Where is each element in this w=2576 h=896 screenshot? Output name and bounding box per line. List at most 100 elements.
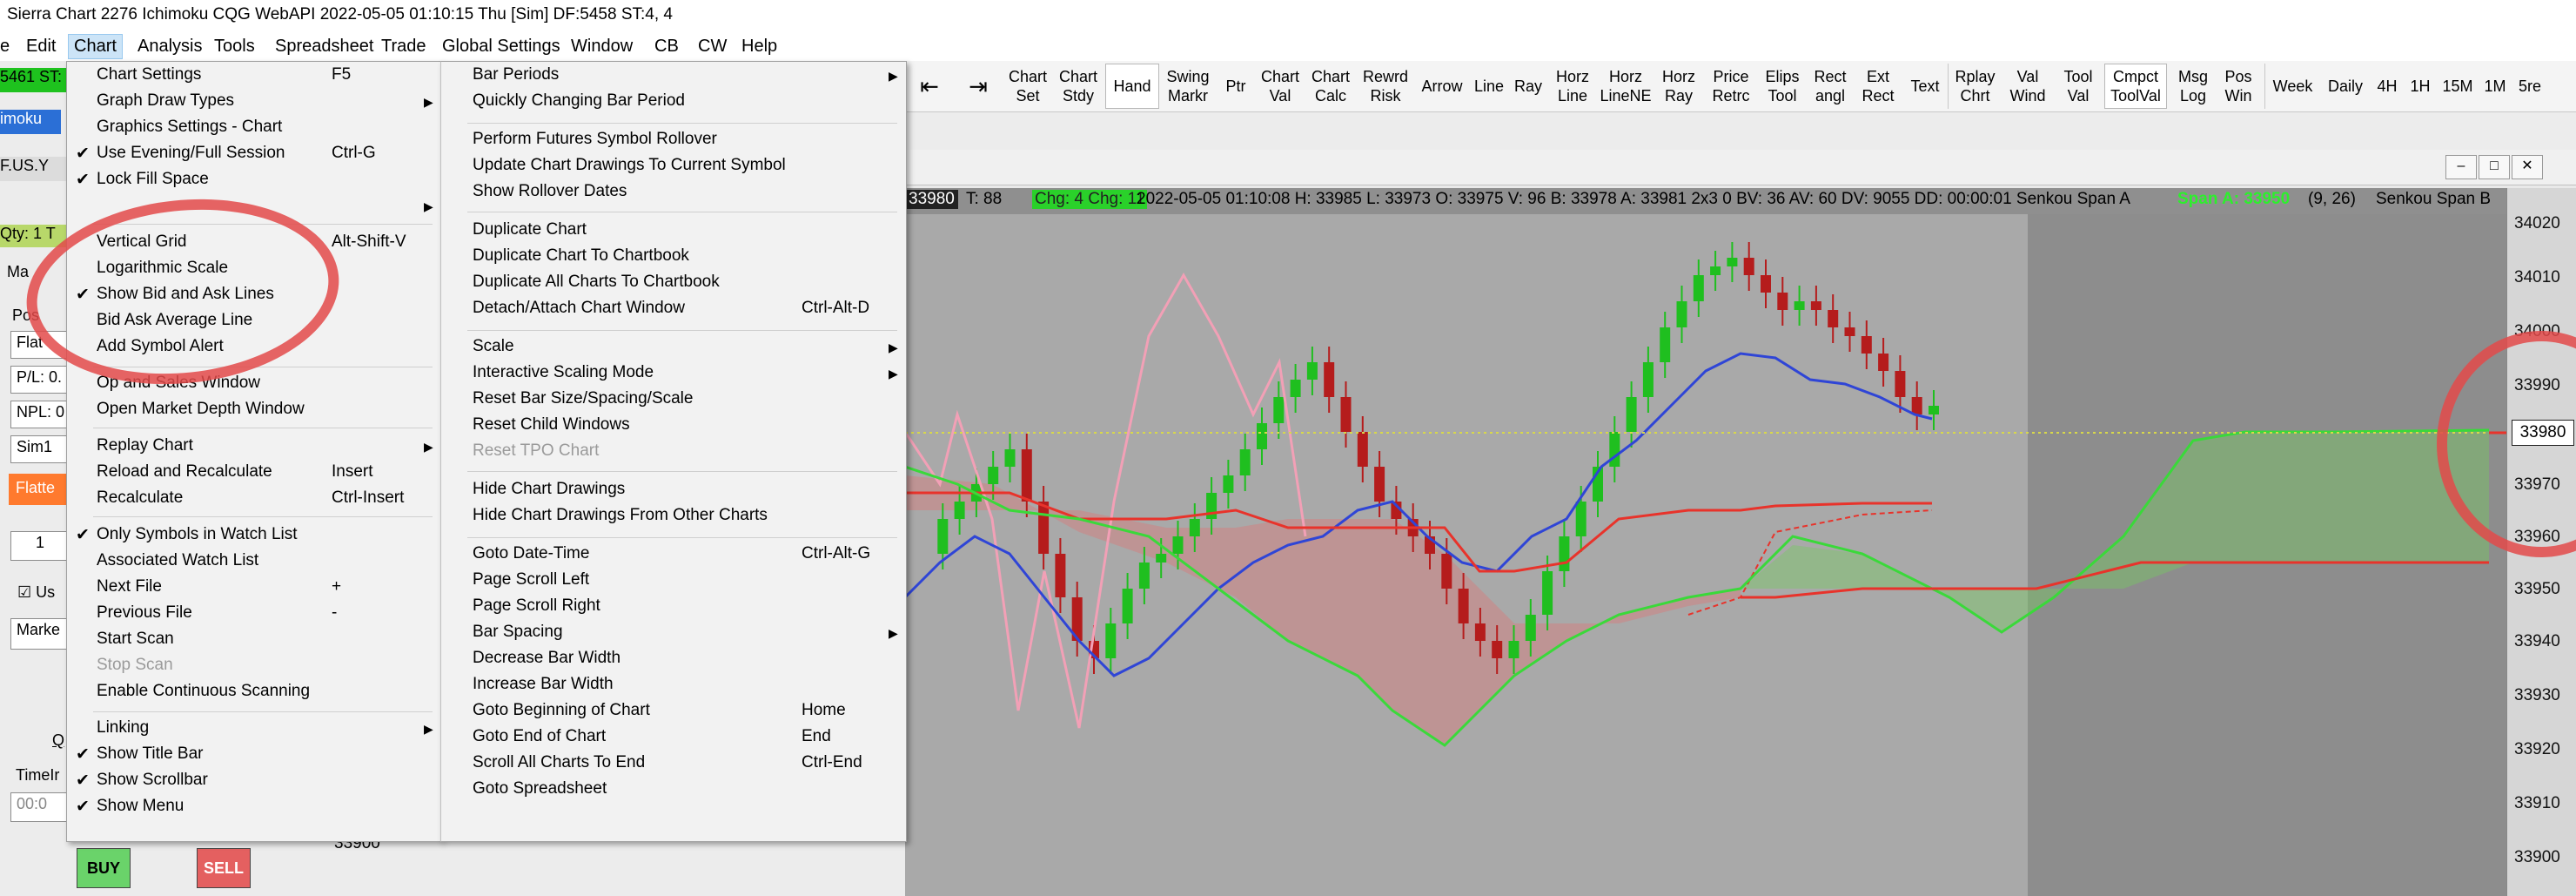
candle-body: [1492, 641, 1503, 658]
toolbar-1h[interactable]: 1H: [2404, 64, 2437, 109]
price-scale[interactable]: 34020 34010 34000 33990 33980 33970 3396…: [2506, 188, 2576, 896]
current-price-box: 33980: [2512, 420, 2574, 446]
toolbar-rplay-chrt[interactable]: Rplay Chrt: [1948, 64, 2002, 109]
toolbar-msg-log[interactable]: Msg Log: [2170, 64, 2216, 109]
menu-analysis[interactable]: Analysis: [132, 37, 207, 57]
pan-right-icon[interactable]: ⇥: [954, 64, 1003, 109]
menu-trade[interactable]: Trade: [376, 37, 432, 57]
title-bar: Sierra Chart 2276 Ichimoku CQG WebAPI 20…: [0, 0, 2576, 33]
candle-body: [1727, 258, 1738, 266]
chart-menu-column-2: Bar Periods ▶ Quickly Changing Bar Period…: [440, 61, 907, 842]
menu-chart[interactable]: Chart: [68, 34, 123, 59]
toolbar: ⇤ ⇥ Chart Set Chart Stdy Hand Swing Mark…: [905, 61, 2576, 112]
candle-body: [1911, 397, 1922, 414]
toolbar-rewrd-risk[interactable]: Rewrd Risk: [1356, 64, 1415, 109]
candle-body: [1676, 301, 1687, 327]
menu-window[interactable]: Window: [566, 37, 638, 57]
time-input[interactable]: 00:0: [10, 792, 70, 822]
toolbar-chart-calc[interactable]: Chart Calc: [1305, 64, 1356, 109]
scale-label: 33950: [2514, 580, 2560, 598]
check-icon: ✔: [76, 286, 90, 304]
submenu-arrow-icon: ▶: [889, 626, 898, 640]
main-tab[interactable]: Ma: [7, 263, 59, 281]
toolbar-ray[interactable]: Ray: [1509, 64, 1547, 109]
candle-body: [1138, 563, 1150, 589]
menu-help[interactable]: Help: [736, 37, 782, 57]
toolbar-chart-set[interactable]: Chart Set: [1003, 64, 1053, 109]
toolbar-hand[interactable]: Hand: [1105, 64, 1159, 109]
toolbar-pos-win[interactable]: Pos Win: [2216, 64, 2261, 109]
toolbar-price-retrc[interactable]: Price Retrc: [1704, 64, 1758, 109]
candle-body: [1156, 554, 1167, 563]
candle-body: [1038, 502, 1050, 554]
menu-bar: e Edit Chart Analysis Tools Spreadsheet …: [0, 33, 2576, 61]
toolbar-rect-angl[interactable]: Rect angl: [1807, 64, 1854, 109]
toolbar-15m[interactable]: 15M: [2437, 64, 2479, 109]
quantity-input[interactable]: 1: [10, 531, 70, 561]
toolbar-ptr[interactable]: Ptr: [1217, 64, 1255, 109]
menu-cw[interactable]: CW: [693, 37, 732, 57]
pan-left-icon[interactable]: ⇤: [905, 64, 954, 109]
window-title: Sierra Chart 2276 Ichimoku CQG WebAPI 20…: [7, 5, 673, 24]
menu-cb[interactable]: CB: [649, 37, 684, 57]
toolbar-daily[interactable]: Daily: [2320, 64, 2371, 109]
toolbar-ext-rect[interactable]: Ext Rect: [1854, 64, 1902, 109]
chart-area[interactable]: [905, 188, 2506, 896]
candle-body: [1559, 536, 1570, 571]
toolbar-horz-linene[interactable]: Horz LineNE: [1598, 64, 1654, 109]
submenu-arrow-icon: ▶: [424, 440, 433, 454]
candle-body: [1710, 266, 1721, 275]
submenu-arrow-icon: ▶: [889, 69, 898, 83]
menu-tools[interactable]: Tools: [209, 37, 260, 57]
menu-global-settings[interactable]: Global Settings: [437, 37, 566, 57]
menu-edit[interactable]: Edit: [21, 37, 61, 57]
info-span-a: Span A: 33950: [2177, 190, 2291, 208]
check-icon: ✔: [76, 145, 90, 163]
toolbar-4h[interactable]: 4H: [2371, 64, 2404, 109]
order-type-select[interactable]: Marke: [10, 618, 70, 650]
scale-label: 33930: [2514, 686, 2560, 704]
candle-body: [1122, 589, 1133, 623]
toolbar-swing-markr[interactable]: Swing Markr: [1159, 64, 1217, 109]
candle-body: [1895, 371, 1906, 397]
toolbar-text[interactable]: Text: [1902, 64, 1948, 109]
menu-separator: [467, 471, 897, 472]
menu-separator: [93, 224, 433, 225]
info-main: 2022-05-05 01:10:08 H: 33985 L: 33973 O:…: [1137, 190, 2130, 208]
menu-edge[interactable]: e: [0, 37, 15, 57]
buy-button[interactable]: BUY: [77, 848, 131, 888]
account-select[interactable]: Sim1: [10, 435, 70, 463]
candle-body: [1223, 475, 1234, 493]
use-checkbox[interactable]: ☑ Us: [17, 583, 70, 602]
menu-separator: [467, 123, 897, 124]
toolbar-week[interactable]: Week: [2264, 64, 2320, 109]
toolbar-cmpct-toolval[interactable]: Cmpct ToolVal: [2104, 64, 2167, 109]
toolbar-chart-val[interactable]: Chart Val: [1255, 64, 1305, 109]
toolbar-1m[interactable]: 1M: [2479, 64, 2512, 109]
symbol-field[interactable]: F.US.Y: [0, 157, 70, 181]
chart-tab[interactable]: imoku: [0, 110, 61, 134]
toolbar-chart-stdy[interactable]: Chart Stdy: [1053, 64, 1104, 109]
scale-label: 34020: [2514, 214, 2560, 232]
menu-separator: [93, 516, 433, 517]
toolbar-horz-ray[interactable]: Horz Ray: [1654, 64, 1704, 109]
sell-button[interactable]: SELL: [197, 848, 251, 888]
candle-body: [1525, 615, 1536, 641]
toolbar-5re[interactable]: 5re: [2512, 64, 2548, 109]
toolbar-horz-line[interactable]: Horz Line: [1547, 64, 1598, 109]
toolbar-arrow[interactable]: Arrow: [1415, 64, 1469, 109]
toolbar-line[interactable]: Line: [1469, 64, 1509, 109]
minimize-icon[interactable]: –: [2445, 155, 2477, 179]
candle-body: [1458, 589, 1469, 623]
candle-body: [1273, 397, 1285, 423]
close-icon[interactable]: ✕: [2512, 155, 2543, 179]
toolbar-tool-val[interactable]: Tool Val: [2054, 64, 2103, 109]
candle-body: [1441, 554, 1452, 589]
toolbar-val-wind[interactable]: Val Wind: [2002, 64, 2054, 109]
time-label: TimeIr: [16, 766, 60, 784]
flatten-button[interactable]: Flatte: [9, 474, 70, 505]
maximize-icon[interactable]: □: [2479, 155, 2510, 179]
toolbar-elips-tool[interactable]: Elips Tool: [1758, 64, 1807, 109]
menu-spreadsheet[interactable]: Spreadsheet: [270, 37, 379, 57]
check-icon: ✔: [76, 171, 90, 189]
